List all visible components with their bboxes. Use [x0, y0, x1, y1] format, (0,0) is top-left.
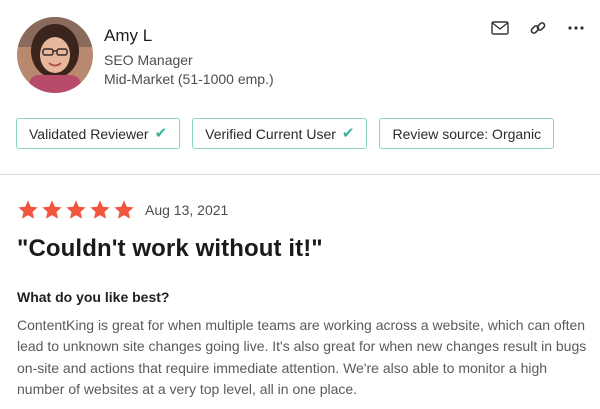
star-rating — [17, 199, 135, 221]
envelope-icon — [491, 21, 509, 35]
checkmark-icon: ✔ — [154, 125, 168, 142]
badge-verified-current-user[interactable]: Verified Current User ✔ — [192, 118, 368, 149]
star-icon — [42, 200, 62, 219]
reviewer-badges: Validated Reviewer ✔ Verified Current Us… — [16, 118, 555, 149]
share-email-button[interactable] — [490, 18, 510, 38]
star-icon — [114, 200, 134, 219]
checkmark-icon: ✔ — [341, 125, 355, 142]
review-title: "Couldn't work without it!" — [17, 235, 323, 262]
section-divider — [0, 174, 600, 175]
badge-label: Verified Current User — [205, 125, 336, 142]
reviewer-role: SEO Manager — [104, 52, 193, 68]
badge-label: Review source: Organic — [392, 125, 542, 142]
reviewer-avatar — [17, 17, 93, 93]
copy-link-button[interactable] — [528, 18, 548, 38]
reviewer-name: Amy L — [104, 26, 153, 45]
badge-review-source[interactable]: Review source: Organic — [379, 118, 555, 149]
review-answer: ContentKing is great for when multiple t… — [17, 317, 587, 397]
star-icon — [90, 200, 110, 219]
more-options-button[interactable] — [566, 18, 586, 38]
star-icon — [18, 200, 38, 219]
reviewer-segment: Mid-Market (51-1000 emp.) — [104, 71, 274, 87]
review-question: What do you like best? — [17, 289, 170, 305]
link-icon — [530, 22, 546, 34]
star-icon — [66, 200, 86, 219]
review-actions — [490, 18, 586, 38]
more-dots-icon — [568, 26, 584, 30]
review-date: Aug 13, 2021 — [145, 202, 229, 218]
badge-validated-reviewer[interactable]: Validated Reviewer ✔ — [16, 118, 181, 149]
badge-label: Validated Reviewer — [29, 125, 149, 142]
